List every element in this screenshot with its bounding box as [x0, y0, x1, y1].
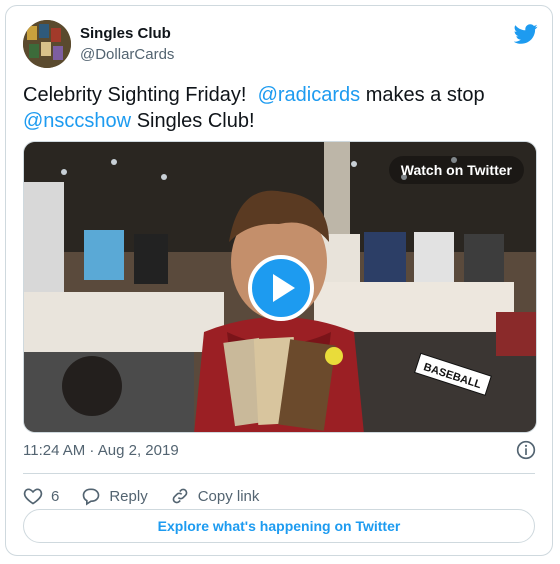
- tweet-text-part1: Celebrity Sighting Friday!: [23, 84, 247, 106]
- author-name[interactable]: Singles Club: [80, 25, 171, 42]
- reply-icon: [83, 488, 100, 506]
- tweet-text-part2: makes a stop: [365, 84, 485, 106]
- tweet-actions: 6 Reply Copy link: [23, 480, 281, 512]
- heart-icon: [23, 488, 43, 505]
- copy-link-label: Copy link: [197, 487, 260, 505]
- explore-button[interactable]: Explore what's happening on Twitter: [23, 509, 535, 543]
- like-count: 6: [51, 487, 60, 505]
- divider: [23, 473, 535, 474]
- reply-label: Reply: [109, 487, 148, 505]
- watch-on-twitter-label[interactable]: Watch on Twitter: [388, 156, 524, 184]
- info-icon[interactable]: [516, 440, 536, 460]
- reply-button[interactable]: Reply: [81, 486, 148, 506]
- mention-radicards[interactable]: @radicards: [258, 84, 361, 106]
- tweet-card: Singles Club @DollarCards Celebrity Sigh…: [5, 5, 553, 556]
- copy-link-button[interactable]: Copy link: [170, 486, 260, 506]
- author-handle[interactable]: @DollarCards: [80, 46, 174, 63]
- twitter-bird-icon[interactable]: [514, 22, 538, 46]
- tweet-text-part3: Singles Club!: [136, 110, 255, 132]
- video-thumbnail[interactable]: BASEBALL Watch on Twitter: [23, 141, 537, 433]
- tweet-text: Celebrity Sighting Friday! @radicards ma…: [23, 82, 523, 134]
- mention-nsccshow[interactable]: @nsccshow: [23, 110, 131, 132]
- link-icon: [172, 488, 188, 504]
- tweet-timestamp[interactable]: 11:24 AM · Aug 2, 2019: [23, 442, 179, 459]
- avatar[interactable]: [23, 20, 71, 68]
- like-button[interactable]: 6: [23, 486, 59, 506]
- play-icon[interactable]: [248, 255, 314, 321]
